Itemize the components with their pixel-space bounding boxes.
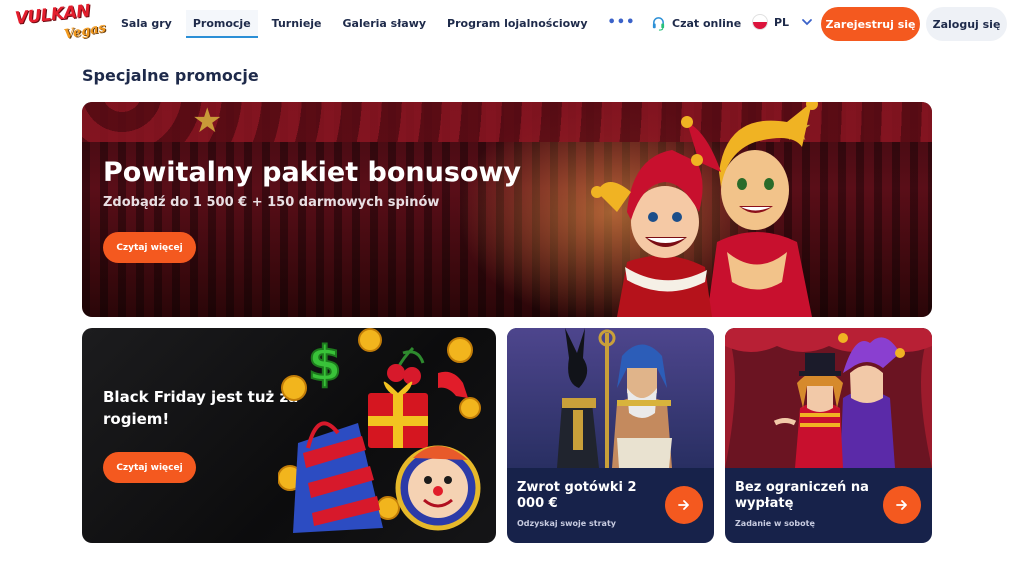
circus-characters-illustration [725,328,932,468]
nav-item-sala-gry[interactable]: Sala gry [114,10,179,38]
cashback-caption: Odzyskaj swoje straty [517,519,616,528]
gifts-and-coins-illustration: $ [277,328,496,543]
cashback-card[interactable]: Zwrot gotówki 2 000 € Odzyskaj swoje str… [507,328,714,543]
cashback-title: Zwrot gotówki 2 000 € [517,480,637,511]
cashback-arrow-button[interactable] [665,486,703,524]
no-limit-arrow-button[interactable] [883,486,921,524]
no-withdrawal-limit-card[interactable]: Bez ograniczeń na wypłatę Zadanie w sobo… [725,328,932,543]
no-limit-caption: Zadanie w sobotę [735,519,815,528]
poland-flag-icon [752,14,768,30]
language-selector[interactable]: PL [752,14,813,30]
welcome-bonus-title: Powitalny pakiet bonusowy [103,157,521,188]
main-nav: Sala gry Promocje Turnieje Galeria sławy… [114,10,641,38]
no-limit-title: Bez ograniczeń na wypłatę [735,480,869,511]
nav-item-program-lojalnosciowy[interactable]: Program lojalnościowy [440,10,594,38]
black-friday-title: Black Friday jest tuż za rogiem! [103,388,299,428]
black-friday-read-more-button[interactable]: Czytaj więcej [103,452,196,483]
nav-item-promocje[interactable]: Promocje [185,10,258,38]
nav-item-galeria-slawy[interactable]: Galeria sławy [336,10,434,38]
svg-text:$: $ [308,336,341,392]
black-friday-card[interactable]: Black Friday jest tuż za rogiem! Czytaj … [82,328,496,543]
chat-online-link[interactable]: Czat online [651,16,741,31]
arrow-right-icon [896,500,907,510]
page-title: Specjalne promocje [82,66,259,85]
logo-sub-text: Vegas [63,20,107,43]
nav-item-turnieje[interactable]: Turnieje [265,10,329,38]
register-button[interactable]: Zarejestruj się [821,7,920,41]
vulkan-vegas-logo[interactable]: VULKAN Vegas [14,1,107,42]
chat-label: Czat online [672,17,742,30]
headset-icon [652,17,665,31]
arrow-right-icon [678,500,689,510]
language-code: PL [774,15,790,29]
top-header: VULKAN Vegas Sala gry Promocje Turnieje … [0,0,1024,48]
egyptian-gods-illustration [507,328,714,468]
more-dots-icon[interactable]: ••• [602,10,642,38]
welcome-read-more-button[interactable]: Czytaj więcej [103,232,196,263]
welcome-bonus-banner[interactable]: ★ ★ [82,102,932,317]
welcome-bonus-subtitle: Zdobądź do 1 500 € + 150 darmowych spinó… [103,195,440,210]
jester-characters-illustration [587,102,847,317]
chevron-down-icon [802,19,812,26]
login-button[interactable]: Zaloguj się [926,7,1007,41]
star-decoration-icon: ★ [192,102,223,141]
